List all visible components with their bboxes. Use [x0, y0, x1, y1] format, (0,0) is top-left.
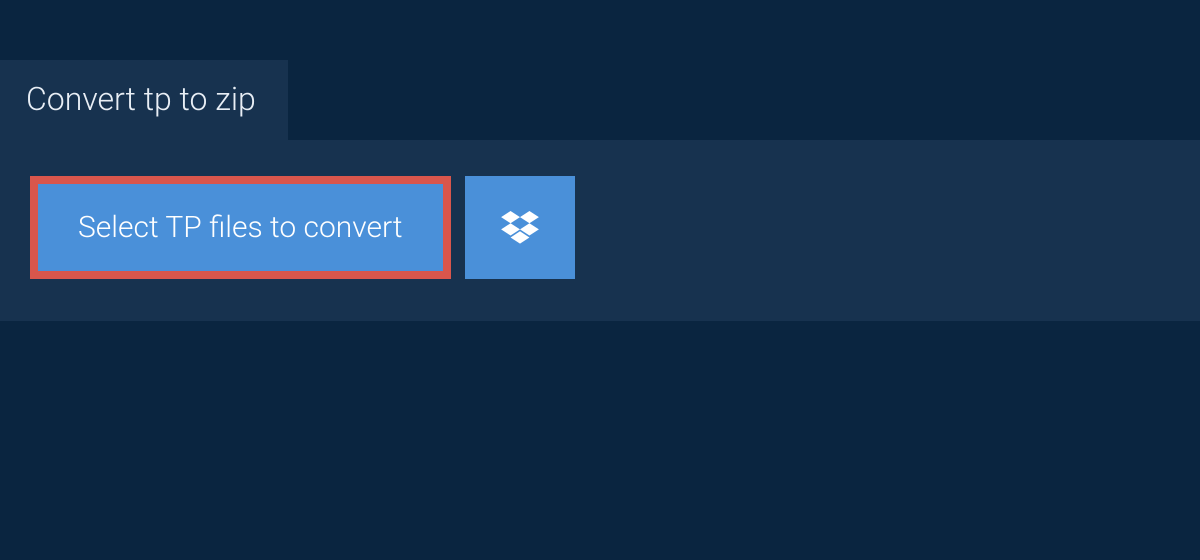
select-files-button[interactable]: Select TP files to convert	[30, 176, 451, 279]
tab-label: Convert tp to zip	[26, 80, 256, 118]
tab-convert[interactable]: Convert tp to zip	[0, 60, 288, 140]
select-files-label: Select TP files to convert	[78, 210, 403, 245]
button-row: Select TP files to convert	[30, 176, 1170, 279]
dropbox-button[interactable]	[465, 176, 575, 279]
converter-panel: Select TP files to convert	[0, 140, 1200, 321]
dropbox-icon	[501, 211, 539, 245]
tab-bar: Convert tp to zip	[0, 60, 1200, 140]
